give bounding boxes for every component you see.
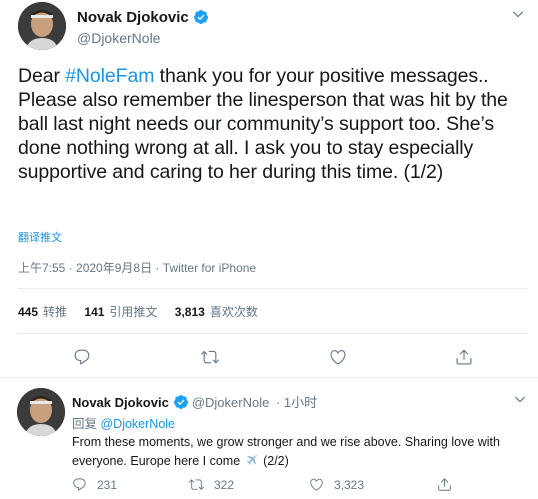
retweet-count: 322 [214,477,235,492]
reply-button[interactable]: 231 [72,477,117,492]
tweet-metadata: 上午7:55 · 2020年9月8日 · Twitter for iPhone [18,259,256,276]
hashtag-link[interactable]: #NoleFam [65,65,154,87]
share-icon [438,478,451,491]
tweet-stats: 445 转推 141 引用推文 3,813 喜欢次数 [18,303,272,320]
reply-author-name[interactable]: Novak Djokovic [72,395,169,410]
reply-header: Novak Djokovic @DjokerNole · 1小时 [72,392,317,411]
verified-badge-icon [193,9,209,25]
share-icon[interactable] [455,348,473,366]
retweet-icon [189,479,204,490]
likes-label: 喜欢次数 [209,305,258,319]
reply-icon[interactable] [73,348,91,366]
verified-badge-icon [173,394,189,410]
reply-time[interactable]: · 1小时 [276,395,317,410]
avatar-image [18,2,66,50]
replying-to: 回复 @DjokerNole [72,413,175,432]
reply-icon [73,478,86,491]
tweet-text: Dear #NoleFam thank you for your positiv… [18,64,528,184]
like-count: 3,323 [334,477,365,492]
retweet-icon[interactable] [201,348,219,366]
quotes-count: 141 [84,305,105,319]
reply-avatar[interactable] [17,388,65,436]
avatar[interactable] [18,2,66,50]
like-icon[interactable] [329,348,347,366]
retweet-button[interactable]: 322 [189,477,234,492]
divider [18,333,528,334]
timestamp-link[interactable]: 上午7:55 · 2020年9月8日 [18,261,152,275]
source-label: Twitter for iPhone [162,261,257,275]
tweet-text-start: Dear [18,65,66,87]
separator: · [152,261,163,275]
reply-author-handle[interactable]: @DjokerNole [192,395,270,410]
airplane-icon [244,453,260,467]
translate-tweet-link[interactable]: 翻译推文 [18,229,62,245]
retweets-count: 445 [18,305,39,319]
avatar-image [17,388,65,436]
author-name[interactable]: Novak Djokovic [77,9,209,26]
share-button[interactable] [437,477,462,492]
author-handle[interactable]: @DjokerNole [77,30,160,46]
quotes-label: 引用推文 [109,305,158,319]
reply-mention-link[interactable]: @DjokerNole [100,417,175,431]
reply-actions: 231 322 3,323 [0,477,538,493]
reply-tweet-text: From these moments, we grow stronger and… [72,433,527,471]
reply-text-end: (2/2) [259,454,289,468]
divider [18,288,528,289]
like-button[interactable]: 3,323 [309,477,364,492]
quotes-stat[interactable]: 141 引用推文 [84,305,157,319]
retweets-stat[interactable]: 445 转推 [18,305,67,319]
reply-prefix: 回复 [72,417,101,431]
likes-stat[interactable]: 3,813 喜欢次数 [175,305,258,319]
reply-count: 231 [97,477,118,492]
like-icon [310,478,323,491]
main-tweet: Novak Djokovic @DjokerNole Dear #NoleFam… [0,0,538,378]
chevron-down-icon[interactable] [511,7,525,21]
author-name-text[interactable]: Novak Djokovic [77,9,189,26]
chevron-down-icon[interactable] [513,392,527,406]
tweet-actions [0,348,538,368]
likes-count: 3,813 [174,305,205,319]
retweets-label: 转推 [43,305,68,319]
